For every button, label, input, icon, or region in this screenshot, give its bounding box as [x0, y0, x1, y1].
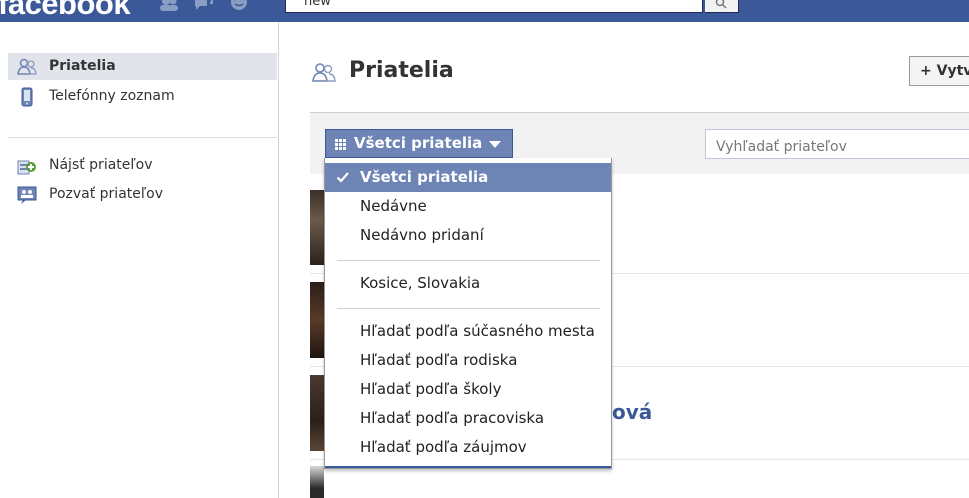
page-title: Priatelia [349, 58, 454, 83]
friends-icon [17, 58, 37, 75]
friends-filter-dropdown[interactable]: Všetci priatelia [325, 129, 513, 158]
menu-item-search-current-city[interactable]: Hľadať podľa súčasného mesta [325, 317, 611, 346]
menu-item-recently-added[interactable]: Nedávno pridaní [325, 221, 611, 250]
facebook-logo[interactable]: facebook [0, 0, 131, 22]
sidebar-item-phonebook[interactable]: Telefónny zoznam [8, 83, 277, 110]
search-button[interactable] [705, 0, 739, 13]
sidebar-item-label: Pozvať priateľov [49, 186, 163, 202]
sidebar-item-label: Priatelia [49, 58, 116, 74]
menu-item-label: Nedávne [360, 197, 427, 215]
search-input[interactable]: new [285, 0, 703, 13]
menu-item-location[interactable]: Kosice, Slovakia [325, 269, 611, 298]
create-list-button[interactable]: + Vytv [909, 56, 969, 86]
grid-icon [335, 139, 346, 150]
sidebar-item-label: Telefónny zoznam [49, 88, 175, 104]
sidebar-item-friends[interactable]: Priatelia [8, 53, 277, 80]
friend-name-link[interactable]: ová [612, 400, 652, 424]
menu-item-recent[interactable]: Nedávne [325, 192, 611, 221]
friend-requests-icon[interactable] [158, 0, 180, 12]
checkmark-icon [336, 172, 349, 183]
filter-dropdown-menu: Všetci priatelia Nedávne Nedávno pridaní… [324, 158, 612, 469]
menu-item-label: Hľadať podľa záujmov [360, 438, 527, 456]
notifications-icon[interactable] [228, 0, 250, 12]
friend-photo[interactable] [310, 282, 324, 358]
menu-separator [337, 260, 600, 261]
phone-icon [21, 87, 33, 107]
invite-friends-icon [17, 186, 37, 204]
menu-separator [337, 308, 600, 309]
search-icon [715, 0, 727, 9]
menu-item-label: Hľadať podľa rodiska [360, 351, 518, 369]
menu-item-search-interests[interactable]: Hľadať podľa záujmov [325, 433, 611, 462]
filter-label: Všetci priatelia [354, 134, 483, 152]
menu-bottom-border [325, 466, 611, 468]
sidebar-item-label: Nájsť priateľov [49, 157, 153, 173]
sidebar-item-find-friends[interactable]: Nájsť priateľov [8, 152, 277, 179]
menu-item-search-hometown[interactable]: Hľadať podľa rodiska [325, 346, 611, 375]
sidebar-item-invite-friends[interactable]: Pozvať priateľov [8, 181, 277, 208]
chevron-down-icon [489, 141, 501, 148]
menu-item-label: Hľadať podľa súčasného mesta [360, 322, 595, 340]
friends-icon [312, 63, 336, 82]
menu-item-label: Hľadať podľa školy [360, 380, 502, 398]
menu-item-label: Kosice, Slovakia [360, 274, 481, 292]
menu-item-search-school[interactable]: Hľadať podľa školy [325, 375, 611, 404]
menu-item-label: Nedávno pridaní [360, 226, 484, 244]
menu-item-search-workplace[interactable]: Hľadať podľa pracoviska [325, 404, 611, 433]
messages-icon[interactable] [192, 0, 214, 12]
friend-photo[interactable] [310, 466, 324, 498]
menu-item-label: Hľadať podľa pracoviska [360, 409, 545, 427]
friend-photo[interactable] [310, 190, 324, 265]
sidebar-separator [8, 137, 277, 138]
top-bar: facebook new [0, 0, 969, 22]
menu-item-all-friends[interactable]: Všetci priatelia [325, 163, 611, 192]
find-friends-icon [17, 160, 36, 175]
friend-search-input[interactable] [705, 129, 969, 159]
sidebar-divider [278, 22, 279, 498]
menu-item-label: Všetci priatelia [360, 168, 489, 186]
friend-photo[interactable] [310, 375, 324, 451]
